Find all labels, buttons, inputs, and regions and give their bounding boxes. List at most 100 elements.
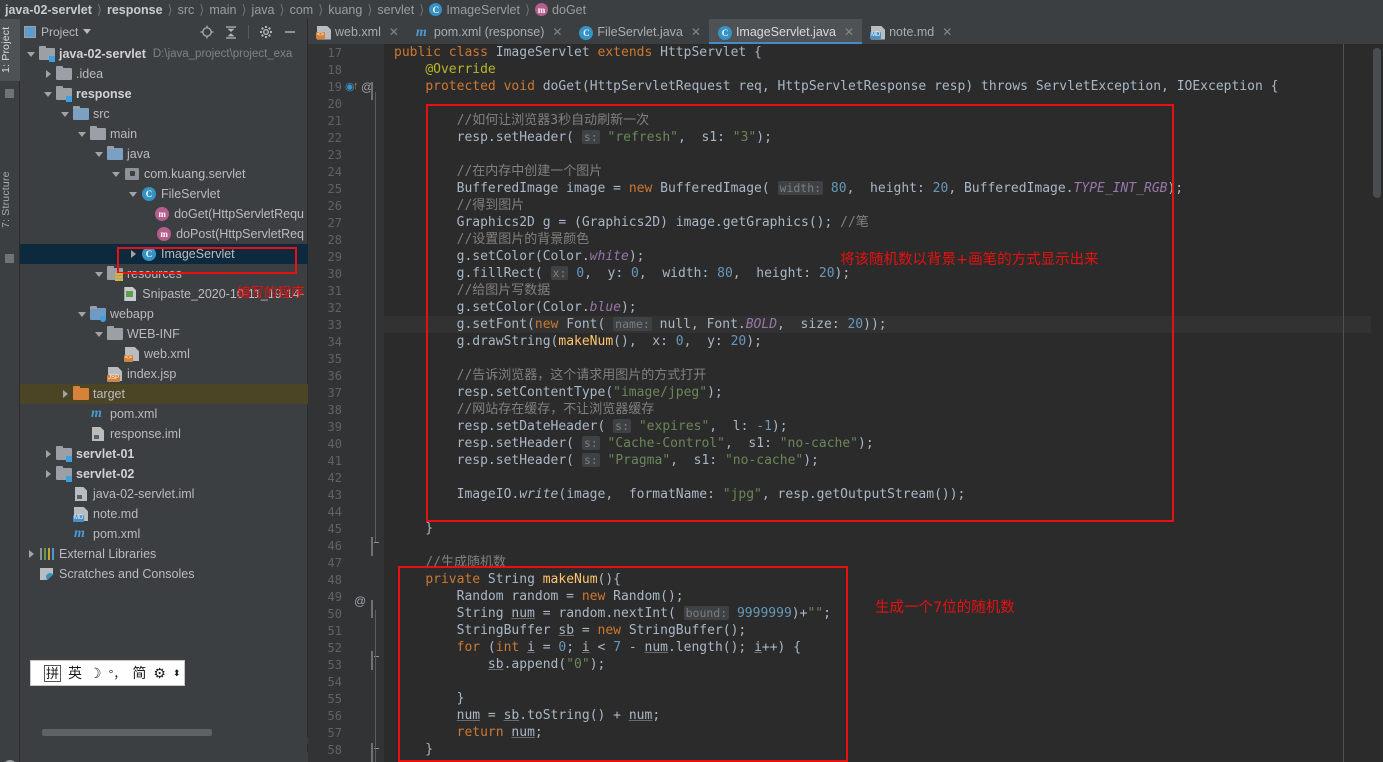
- fold-marker[interactable]: [371, 82, 382, 100]
- tree-item-fileservlet[interactable]: C FileServlet: [20, 184, 308, 204]
- chevron-right-icon[interactable]: [43, 449, 54, 460]
- code-line[interactable]: //网站存在缓存，不让浏览器缓存: [384, 401, 1383, 418]
- tree-item-servlet-02[interactable]: servlet-02: [20, 464, 308, 484]
- code-line[interactable]: ImageIO.write(image, formatName: "jpg", …: [384, 486, 1383, 503]
- tree-item-response[interactable]: response: [20, 84, 308, 104]
- code-line[interactable]: }: [384, 690, 1383, 707]
- chevron-right-icon[interactable]: [60, 389, 71, 400]
- code-line[interactable]: return num;: [384, 724, 1383, 741]
- code-line[interactable]: }: [384, 520, 1383, 537]
- tree-item-com-kuang-servlet[interactable]: com.kuang.servlet: [20, 164, 308, 184]
- code-line[interactable]: @Override: [384, 61, 1383, 78]
- chevron-right-icon[interactable]: [26, 549, 37, 560]
- close-icon[interactable]: ✕: [942, 25, 952, 39]
- project-scrollbar-track[interactable]: [20, 729, 308, 744]
- code-line[interactable]: [384, 537, 1383, 554]
- editor-tab-fileservlet-java[interactable]: C FileServlet.java ✕: [570, 19, 709, 44]
- chevron-down-icon[interactable]: [60, 109, 71, 120]
- ime-expand-button[interactable]: ⬍: [173, 668, 181, 677]
- chevron-down-icon[interactable]: [26, 49, 37, 60]
- project-tree[interactable]: java-02-servlet D:\java_project\project_e…: [20, 44, 308, 744]
- tree-item-response-iml[interactable]: response.iml: [20, 424, 308, 444]
- code-line[interactable]: resp.setHeader( s: "Pragma", s1: "no-cac…: [384, 452, 1383, 469]
- gear-icon[interactable]: ⚙: [153, 665, 166, 682]
- breadcrumb-item-4[interactable]: java: [251, 3, 276, 17]
- tree-item-src[interactable]: src: [20, 104, 308, 124]
- fold-marker[interactable]: [371, 600, 382, 618]
- tree-item-java-02-servlet-iml[interactable]: java-02-servlet.iml: [20, 484, 308, 504]
- chevron-down-icon[interactable]: [111, 169, 122, 180]
- ime-mode-button[interactable]: 拼: [44, 664, 62, 682]
- tree-item-web-inf[interactable]: WEB-INF: [20, 324, 308, 344]
- breadcrumb-item-5[interactable]: com: [289, 3, 315, 17]
- tree-item-java[interactable]: java: [20, 144, 308, 164]
- code-line[interactable]: resp.setDateHeader( s: "expires", l: -1)…: [384, 418, 1383, 435]
- code-line[interactable]: g.setColor(Color.blue);: [384, 299, 1383, 316]
- minimize-icon[interactable]: [283, 25, 297, 39]
- tree-item-target[interactable]: target: [20, 384, 308, 404]
- tree-item-index-jsp[interactable]: JSP index.jsp: [20, 364, 308, 384]
- tree-item-webapp[interactable]: webapp: [20, 304, 308, 324]
- code-line[interactable]: //生成随机数: [384, 554, 1383, 571]
- editor-tab-pom-xml-response[interactable]: m pom.xml (response) ✕: [407, 19, 571, 44]
- chevron-down-icon[interactable]: [83, 29, 92, 34]
- tool-window-square-1[interactable]: [5, 89, 14, 98]
- breadcrumb-item-1[interactable]: response: [106, 3, 164, 17]
- code-line[interactable]: [384, 469, 1383, 486]
- chevron-right-icon[interactable]: [43, 69, 54, 80]
- code-line[interactable]: for (int i = 0; i < 7 - num.length(); i+…: [384, 639, 1383, 656]
- code-content[interactable]: public class ImageServlet extends HttpSe…: [384, 44, 1383, 762]
- breadcrumb-item-3[interactable]: main: [208, 3, 237, 17]
- code-line[interactable]: num = sb.toString() + num;: [384, 707, 1383, 724]
- gear-icon[interactable]: [259, 25, 273, 39]
- code-line[interactable]: //给图片写数据: [384, 282, 1383, 299]
- breadcrumb-item-8[interactable]: C ImageServlet: [428, 3, 521, 17]
- code-line[interactable]: //告诉浏览器，这个请求用图片的方式打开: [384, 367, 1383, 384]
- tree-item-servlet-01[interactable]: servlet-01: [20, 444, 308, 464]
- chevron-down-icon[interactable]: [77, 309, 88, 320]
- locate-icon[interactable]: [200, 25, 214, 39]
- chevron-down-icon[interactable]: [128, 189, 139, 200]
- tree-item-imageservlet[interactable]: C ImageServlet: [20, 244, 308, 264]
- code-line[interactable]: protected void doGet(HttpServletRequest …: [384, 78, 1383, 95]
- sidebar-tab-structure[interactable]: 7: Structure: [0, 159, 20, 241]
- close-icon[interactable]: ✕: [844, 25, 854, 39]
- project-panel-title[interactable]: Project: [24, 25, 92, 39]
- close-icon[interactable]: ✕: [552, 25, 562, 39]
- chevron-right-icon[interactable]: [43, 469, 54, 480]
- code-line[interactable]: //在内存中创建一个图片: [384, 163, 1383, 180]
- code-line[interactable]: }: [384, 741, 1383, 758]
- editor-tab-web-xml[interactable]: <> web.xml ✕: [308, 19, 407, 44]
- editor-tab-imageservlet-java[interactable]: C ImageServlet.java ✕: [708, 19, 863, 44]
- chevron-down-icon[interactable]: [94, 149, 105, 160]
- tree-item-scratches-and-consoles[interactable]: Scratches and Consoles: [20, 564, 308, 584]
- project-scrollbar-thumb[interactable]: [42, 729, 212, 736]
- code-line[interactable]: [384, 146, 1383, 163]
- code-line[interactable]: BufferedImage image = new BufferedImage(…: [384, 180, 1383, 197]
- code-line[interactable]: StringBuffer sb = new StringBuffer();: [384, 622, 1383, 639]
- code-line[interactable]: //得到图片: [384, 197, 1383, 214]
- code-line[interactable]: //设置图片的背景颜色: [384, 231, 1383, 248]
- breadcrumb-item-9[interactable]: m doGet: [534, 3, 587, 17]
- editor-gutter[interactable]: 17 18 19 20 21 22 23 24 25 26 27 28 29 30 31 32 33 34 35 36…: [308, 44, 384, 762]
- tree-item-external-libraries[interactable]: External Libraries: [20, 544, 308, 564]
- editor-scrollbar[interactable]: [1371, 44, 1383, 762]
- tree-item-main[interactable]: main: [20, 124, 308, 144]
- tree-item-java-02-servlet[interactable]: java-02-servlet D:\java_project\project_e…: [20, 44, 308, 64]
- sidebar-tab-project[interactable]: 1: Project: [0, 19, 20, 81]
- tree-item-idea[interactable]: .idea: [20, 64, 308, 84]
- ime-script-button[interactable]: 简: [132, 663, 146, 683]
- chevron-down-icon[interactable]: [94, 329, 105, 340]
- code-line[interactable]: g.setFont(new Font( name: null, Font.BOL…: [384, 316, 1383, 333]
- tree-item-dopost-httpservletreq[interactable]: m doPost(HttpServletReq: [20, 224, 308, 244]
- breadcrumb-item-2[interactable]: src: [177, 3, 196, 17]
- tool-window-square-2[interactable]: [5, 254, 14, 263]
- breadcrumb-item-0[interactable]: java-02-servlet: [4, 3, 93, 17]
- code-line[interactable]: [384, 673, 1383, 690]
- editor-tab-note-md[interactable]: MD note.md ✕: [862, 19, 960, 44]
- tree-item-pom-xml[interactable]: m pom.xml: [20, 404, 308, 424]
- ime-toolbar[interactable]: 拼 英 ☽ °， 简 ⚙ ⬍: [30, 660, 185, 686]
- tree-item-doget-httpservletrequ[interactable]: m doGet(HttpServletRequ: [20, 204, 308, 224]
- ime-punctuation-button[interactable]: °，: [109, 665, 126, 682]
- tree-item-note-md[interactable]: MD note.md: [20, 504, 308, 524]
